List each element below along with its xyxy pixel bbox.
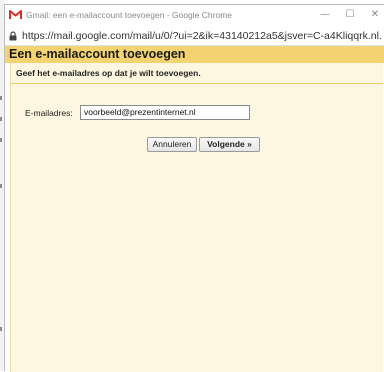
- background-mark: [0, 184, 2, 188]
- background-mark: [0, 117, 2, 121]
- address-bar[interactable]: https://mail.google.com/mail/u/0/?ui=2&i…: [5, 28, 384, 46]
- email-label: E-mailadres:: [25, 108, 73, 118]
- lock-icon: [9, 31, 17, 41]
- maximize-icon[interactable]: ☐: [342, 8, 358, 22]
- close-icon[interactable]: ✕: [367, 8, 383, 22]
- minimize-icon[interactable]: —: [317, 8, 333, 22]
- background-mark: [0, 327, 2, 331]
- next-button[interactable]: Volgende »: [199, 137, 260, 152]
- window-title: Gmail: een e-mailaccount toevoegen - Goo…: [26, 10, 232, 20]
- separator: [11, 83, 383, 84]
- dialog-header: Een e-mailaccount toevoegen: [5, 46, 384, 63]
- cancel-button[interactable]: Annuleren: [147, 137, 197, 152]
- browser-popup-window: Gmail: een e-mailaccount toevoegen - Goo…: [4, 4, 384, 372]
- gmail-logo-icon: [9, 10, 22, 19]
- dialog-title: Een e-mailaccount toevoegen: [9, 47, 186, 61]
- url-text[interactable]: https://mail.google.com/mail/u/0/?ui=2&i…: [22, 30, 382, 42]
- dialog-body: Geef het e-mailadres op dat je wilt toev…: [10, 63, 383, 372]
- background-mark: [0, 96, 2, 100]
- background-mark: [0, 138, 2, 142]
- email-field[interactable]: voorbeeld@prezentinternet.nl: [80, 105, 250, 120]
- instruction-text: Geef het e-mailadres op dat je wilt toev…: [16, 68, 201, 78]
- title-bar: Gmail: een e-mailaccount toevoegen - Goo…: [5, 5, 384, 28]
